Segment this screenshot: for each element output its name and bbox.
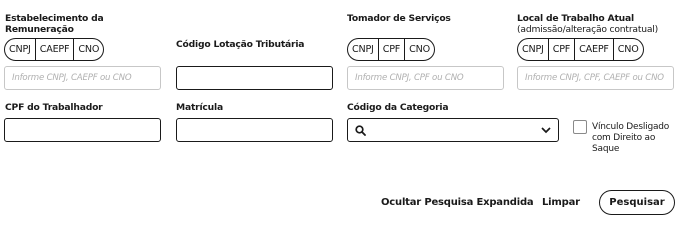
local-trabalho-option-caepf[interactable]: CAEPF <box>575 39 614 60</box>
cpf-trabalhador-input[interactable] <box>4 118 161 142</box>
tomador-option-cpf[interactable]: CPF <box>379 39 406 60</box>
vinculo-label: Vínculo Desligado com Direito ao Saque <box>592 122 670 154</box>
search-icon <box>355 125 366 136</box>
matricula-input[interactable] <box>176 118 333 142</box>
estabelecimento-placeholder: Informe CNPJ, CAEPF ou CNO <box>12 73 132 83</box>
local-trabalho-option-cnpj[interactable]: CNPJ <box>518 39 549 60</box>
estabelecimento-option-cno[interactable]: CNO <box>74 39 103 60</box>
estabelecimento-type-selector: CNPJ CAEPF CNO <box>4 38 105 61</box>
chevron-down-icon <box>541 127 551 134</box>
local-trabalho-option-cno[interactable]: CNO <box>614 39 643 60</box>
categoria-label: Código da Categoria <box>347 102 449 113</box>
estabelecimento-label: Estabelecimento da Remuneração <box>5 13 104 35</box>
lotacao-input[interactable] <box>176 66 333 90</box>
local-trabalho-label: Local de Trabalho Atual <box>517 13 634 24</box>
limpar-button[interactable]: Limpar <box>542 197 580 208</box>
ocultar-pesquisa-button[interactable]: Ocultar Pesquisa Expandida <box>381 197 534 208</box>
matricula-label: Matrícula <box>176 102 223 113</box>
local-trabalho-type-selector: CNPJ CPF CAEPF CNO <box>517 38 644 61</box>
pesquisar-button[interactable]: Pesquisar <box>599 190 675 215</box>
cpf-trabalhador-label: CPF do Trabalhador <box>5 102 103 113</box>
categoria-select[interactable] <box>347 118 559 142</box>
estabelecimento-input[interactable]: Informe CNPJ, CAEPF ou CNO <box>4 66 161 90</box>
tomador-option-cno[interactable]: CNO <box>405 39 434 60</box>
tomador-input[interactable]: Informe CNPJ, CPF ou CNO <box>347 66 504 90</box>
local-trabalho-option-cpf[interactable]: CPF <box>549 39 576 60</box>
vinculo-checkbox[interactable] <box>573 120 587 134</box>
tomador-label: Tomador de Serviços <box>347 13 451 24</box>
local-trabalho-sublabel: (admissão/alteração contratual) <box>517 24 659 35</box>
tomador-placeholder: Informe CNPJ, CPF ou CNO <box>355 73 464 83</box>
tomador-option-cnpj[interactable]: CNPJ <box>348 39 379 60</box>
local-trabalho-placeholder: Informe CNPJ, CPF, CAEPF ou CNO <box>525 73 664 83</box>
local-trabalho-input[interactable]: Informe CNPJ, CPF, CAEPF ou CNO <box>517 66 674 90</box>
estabelecimento-option-caepf[interactable]: CAEPF <box>36 39 75 60</box>
tomador-type-selector: CNPJ CPF CNO <box>347 38 435 61</box>
estabelecimento-option-cnpj[interactable]: CNPJ <box>5 39 36 60</box>
lotacao-label: Código Lotação Tributária <box>176 39 305 50</box>
